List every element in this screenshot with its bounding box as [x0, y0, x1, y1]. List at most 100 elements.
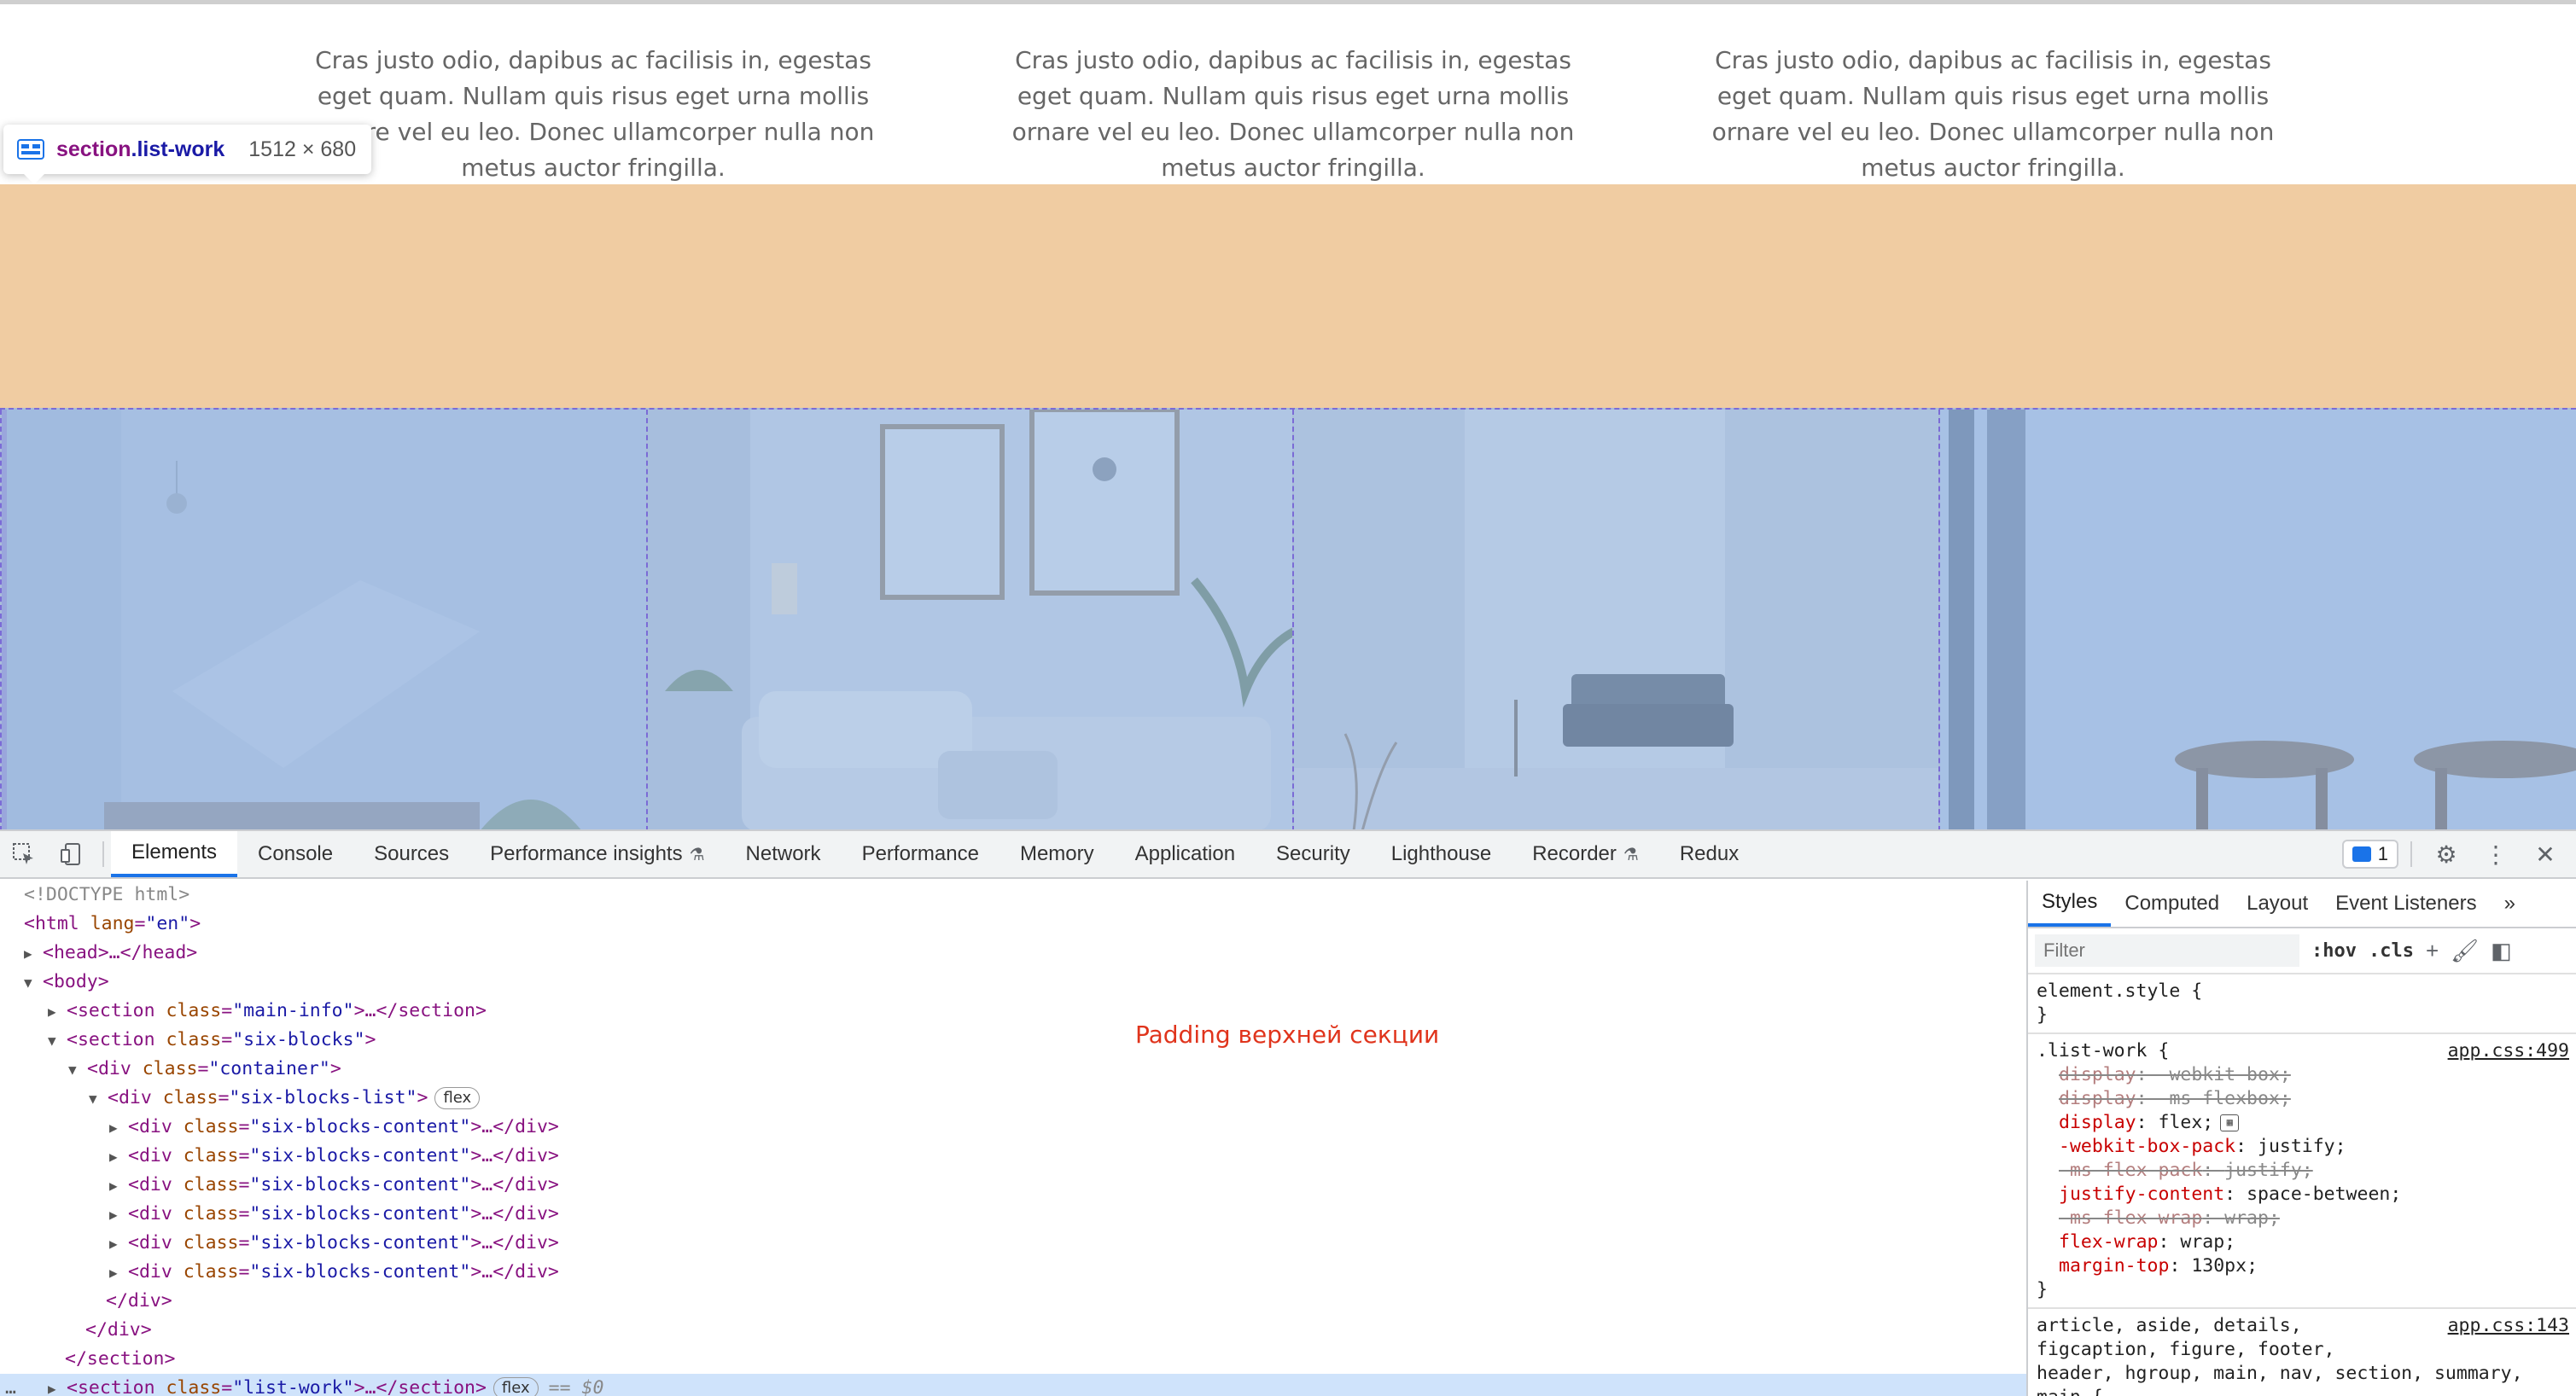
dom-div-six-blocks-content[interactable]: ▶ <div class="six-blocks-content">…</div>	[0, 1142, 2026, 1171]
device-toolbar-icon[interactable]	[48, 831, 96, 877]
tab-label: Elements	[131, 841, 218, 864]
source-link[interactable]: app.css:143	[2448, 1314, 2569, 1338]
dom-section-six-blocks[interactable]: ▼ <section class="six-blocks">	[0, 1026, 2026, 1055]
collapse-triangle-icon[interactable]: ▼	[89, 1085, 108, 1114]
rule-selector-line: header, hgroup, main, nav, section, summ…	[2037, 1363, 2523, 1384]
expand-triangle-icon[interactable]: ▶	[109, 1201, 128, 1230]
dom-head[interactable]: ▶ <head>…</head>	[0, 939, 2026, 968]
dom-div-container[interactable]: ▼ <div class="container">	[0, 1055, 2026, 1084]
flexbox-editor-icon[interactable]: ▦	[2220, 1114, 2240, 1131]
flex-badge[interactable]: flex	[492, 1377, 539, 1396]
work-image-2[interactable]	[646, 410, 1292, 829]
rule-close-brace: }	[2037, 1279, 2048, 1300]
subtab-event-listeners[interactable]: Event Listeners	[2322, 881, 2490, 927]
expand-triangle-icon[interactable]: ▶	[109, 1143, 128, 1172]
rule-close-brace: }	[2037, 1004, 2048, 1026]
annotation-note: Padding верхней секции	[1135, 1021, 1440, 1049]
rule-selector-line: main {	[2037, 1386, 2567, 1396]
toggle-sidebar-icon[interactable]: ◧	[2491, 938, 2512, 964]
expand-triangle-icon[interactable]: ▶	[24, 939, 43, 968]
tab-redux[interactable]: Redux	[1659, 831, 1759, 877]
tab-recorder[interactable]: Recorder ⚗	[1512, 831, 1659, 877]
more-dots[interactable]: …	[5, 1374, 16, 1396]
tab-network[interactable]: Network	[726, 831, 842, 877]
subtab-label: Styles	[2042, 890, 2098, 913]
dom-body[interactable]: ▼ <body>	[0, 968, 2026, 997]
list-work-section-highlight[interactable]	[0, 408, 2576, 829]
info-column-text-2: Cras justo odio, dapibus ac facilisis in…	[1011, 46, 1575, 182]
expand-triangle-icon[interactable]: ▶	[109, 1114, 128, 1143]
user-agent-rule[interactable]: app.css:143 article, aside, details, fig…	[2028, 1309, 2576, 1396]
css-property[interactable]: -ms-flex-wrap: wrap;	[2037, 1207, 2567, 1230]
tab-label: Performance insights	[490, 842, 683, 865]
css-property[interactable]: flex-wrap: wrap;	[2037, 1230, 2567, 1254]
css-property[interactable]: margin-top: 130px;	[2037, 1254, 2567, 1278]
dom-doctype[interactable]: <!DOCTYPE html>	[0, 881, 2026, 910]
expand-triangle-icon[interactable]: ▶	[109, 1259, 128, 1288]
flex-badge[interactable]: flex	[434, 1087, 481, 1109]
work-image-3[interactable]	[1292, 410, 1938, 829]
dom-div-six-blocks-content[interactable]: ▶ <div class="six-blocks-content">…</div>	[0, 1113, 2026, 1142]
collapse-triangle-icon[interactable]: ▼	[68, 1056, 87, 1085]
dom-div-six-blocks-content[interactable]: ▶ <div class="six-blocks-content">…</div>	[0, 1258, 2026, 1287]
element-inspect-tooltip: section.list-work 1512 × 680	[3, 125, 372, 184]
collapse-triangle-icon[interactable]: ▼	[48, 1027, 67, 1056]
new-rule-plus-icon[interactable]: +	[2426, 938, 2439, 964]
dom-div-six-blocks-content[interactable]: ▶ <div class="six-blocks-content">…</div>	[0, 1200, 2026, 1229]
expand-triangle-icon[interactable]: ▶	[109, 1172, 128, 1201]
css-property[interactable]: display: -webkit-box;	[2037, 1063, 2567, 1087]
class-toggle[interactable]: .cls	[2369, 940, 2414, 962]
subtab-computed[interactable]: Computed	[2111, 881, 2233, 927]
issues-count: 1	[2377, 843, 2388, 864]
settings-gear-icon[interactable]: ⚙	[2424, 834, 2468, 875]
dom-html[interactable]: <html lang="en">	[0, 910, 2026, 939]
more-options-icon[interactable]: ⋮	[2474, 834, 2518, 875]
tab-elements[interactable]: Elements	[111, 831, 238, 877]
css-property[interactable]: display: flex; ▦	[2037, 1111, 2567, 1135]
element-style-rule[interactable]: element.style { }	[2028, 974, 2576, 1034]
dom-div-close[interactable]: </div>	[0, 1316, 2026, 1345]
css-property[interactable]: justify-content: space-between;	[2037, 1183, 2567, 1207]
elements-dom-tree[interactable]: <!DOCTYPE html> <html lang="en"> ▶ <head>…	[0, 881, 2026, 1396]
styles-filter-input[interactable]	[2035, 934, 2299, 967]
tab-security[interactable]: Security	[1256, 831, 1371, 877]
subtab-styles[interactable]: Styles	[2028, 881, 2112, 927]
dom-section-list-work-selected[interactable]: … ▶ <section class="list-work">…</section>…	[0, 1374, 2026, 1396]
tab-performance-insights[interactable]: Performance insights ⚗	[469, 831, 725, 877]
tab-console[interactable]: Console	[237, 831, 353, 877]
styles-subtabs: Styles Computed Layout Event Listeners »	[2028, 881, 2576, 928]
dom-div-six-blocks-list[interactable]: ▼ <div class="six-blocks-list"> flex	[0, 1084, 2026, 1113]
expand-triangle-icon[interactable]: ▶	[109, 1230, 128, 1259]
subtab-layout[interactable]: Layout	[2233, 881, 2322, 927]
content-overlay-2	[648, 410, 1292, 829]
dom-section-close[interactable]: </section>	[0, 1345, 2026, 1374]
work-image-1[interactable]	[0, 410, 646, 829]
paint-brush-icon[interactable]: 🖌	[2451, 938, 2479, 964]
dom-section-main-info[interactable]: ▶ <section class="main-info">…</section>	[0, 997, 2026, 1026]
dom-div-close[interactable]: </div>	[0, 1287, 2026, 1316]
dom-div-six-blocks-content[interactable]: ▶ <div class="six-blocks-content">…</div>	[0, 1171, 2026, 1200]
tab-lighthouse[interactable]: Lighthouse	[1371, 831, 1512, 877]
issues-counter-button[interactable]: 1	[2341, 840, 2398, 869]
list-work-rule[interactable]: app.css:499 .list-work { display: -webki…	[2028, 1034, 2576, 1309]
css-property[interactable]: display: -ms-flexbox;	[2037, 1087, 2567, 1111]
styles-pane: Styles Computed Layout Event Listeners »…	[2026, 881, 2576, 1396]
tab-application[interactable]: Application	[1115, 831, 1256, 877]
tab-memory[interactable]: Memory	[1000, 831, 1115, 877]
source-link[interactable]: app.css:499	[2448, 1039, 2569, 1063]
toolbar-divider	[102, 841, 104, 867]
tab-sources[interactable]: Sources	[353, 831, 469, 877]
issues-icon	[2352, 846, 2371, 862]
dom-div-six-blocks-content[interactable]: ▶ <div class="six-blocks-content">…</div>	[0, 1229, 2026, 1258]
css-property[interactable]: -webkit-box-pack: justify;	[2037, 1135, 2567, 1159]
close-devtools-icon[interactable]: ✕	[2523, 834, 2567, 875]
css-property[interactable]: -ms-flex-pack: justify;	[2037, 1159, 2567, 1183]
hover-state-toggle[interactable]: :hov	[2311, 940, 2357, 962]
inspect-element-icon[interactable]	[0, 831, 48, 877]
collapse-triangle-icon[interactable]: ▼	[24, 968, 43, 998]
tab-performance[interactable]: Performance	[842, 831, 1000, 877]
expand-triangle-icon[interactable]: ▶	[48, 998, 67, 1027]
expand-triangle-icon[interactable]: ▶	[48, 1375, 67, 1396]
work-image-4[interactable]	[1938, 410, 2576, 829]
more-tabs-chevron-icon[interactable]: »	[2491, 881, 2529, 927]
